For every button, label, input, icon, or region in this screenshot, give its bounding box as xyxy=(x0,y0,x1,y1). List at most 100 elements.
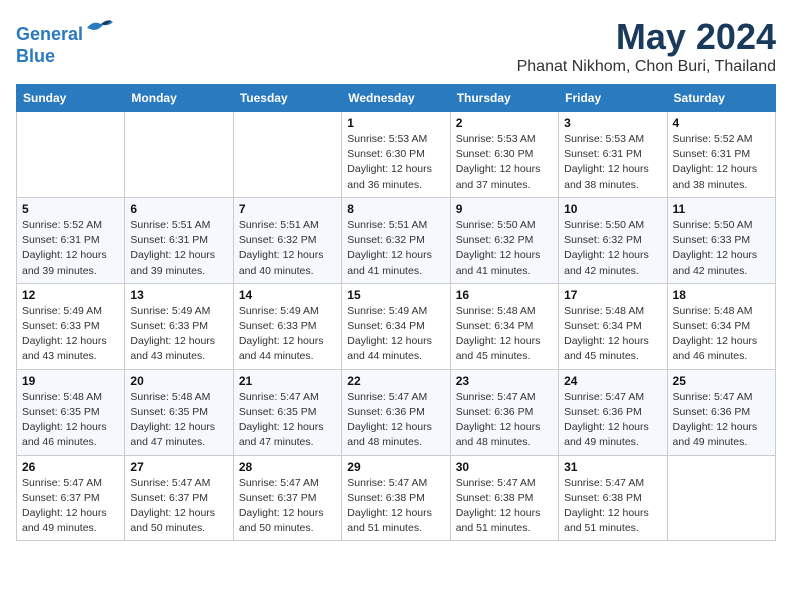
header-wednesday: Wednesday xyxy=(342,85,450,112)
calendar-cell: 1 Sunrise: 5:53 AMSunset: 6:30 PMDaylight… xyxy=(342,112,450,198)
day-number: 18 xyxy=(673,288,770,302)
header-sunday: Sunday xyxy=(17,85,125,112)
calendar-cell: 19Sunrise: 5:48 AMSunset: 6:35 PMDayligh… xyxy=(17,369,125,455)
calendar-cell: 26 Sunrise: 5:47 AMSunset: 6:37 PMDayligh… xyxy=(17,455,125,541)
calendar-cell: 29 Sunrise: 5:47 AMSunset: 6:38 PMDayligh… xyxy=(342,455,450,541)
day-number: 29 xyxy=(347,460,444,474)
day-number: 1 xyxy=(347,116,444,130)
calendar-cell: 12 Sunrise: 5:49 AMSunset: 6:33 PMDayligh… xyxy=(17,283,125,369)
header-monday: Monday xyxy=(125,85,233,112)
calendar-cell: 16 Sunrise: 5:48 AMSunset: 6:34 PMDayligh… xyxy=(450,283,558,369)
calendar-week-row: 5 Sunrise: 5:52 AMSunset: 6:31 PMDaylight… xyxy=(17,197,776,283)
day-number: 11 xyxy=(673,202,770,216)
calendar-cell: 7 Sunrise: 5:51 AMSunset: 6:32 PMDaylight… xyxy=(233,197,341,283)
day-info: Sunrise: 5:47 AMSunset: 6:35 PMDaylight:… xyxy=(239,390,336,451)
calendar-table: SundayMondayTuesdayWednesdayThursdayFrid… xyxy=(16,84,776,541)
day-info: Sunrise: 5:47 AMSunset: 6:37 PMDaylight:… xyxy=(130,476,227,537)
day-info: Sunrise: 5:51 AMSunset: 6:31 PMDaylight:… xyxy=(130,218,227,279)
calendar-cell: 24 Sunrise: 5:47 AMSunset: 6:36 PMDayligh… xyxy=(559,369,667,455)
calendar-cell: 10 Sunrise: 5:50 AMSunset: 6:32 PMDayligh… xyxy=(559,197,667,283)
calendar-cell: 11 Sunrise: 5:50 AMSunset: 6:33 PMDayligh… xyxy=(667,197,775,283)
title-block: May 2024 Phanat Nikhom, Chon Buri, Thail… xyxy=(517,16,776,76)
day-info: Sunrise: 5:53 AMSunset: 6:30 PMDaylight:… xyxy=(347,132,444,193)
day-info: Sunrise: 5:51 AMSunset: 6:32 PMDaylight:… xyxy=(239,218,336,279)
header-saturday: Saturday xyxy=(667,85,775,112)
calendar-cell xyxy=(667,455,775,541)
calendar-cell: 20Sunrise: 5:48 AMSunset: 6:35 PMDayligh… xyxy=(125,369,233,455)
day-number: 4 xyxy=(673,116,770,130)
day-info: Sunrise: 5:47 AMSunset: 6:36 PMDaylight:… xyxy=(564,390,661,451)
logo-text: General Blue xyxy=(16,16,115,67)
day-info: Sunrise: 5:47 AMSunset: 6:36 PMDaylight:… xyxy=(673,390,770,451)
day-number: 23 xyxy=(456,374,553,388)
day-number: 27 xyxy=(130,460,227,474)
header-tuesday: Tuesday xyxy=(233,85,341,112)
month-title: May 2024 xyxy=(517,16,776,58)
calendar-cell: 9Sunrise: 5:50 AMSunset: 6:32 PMDaylight… xyxy=(450,197,558,283)
calendar-cell: 8Sunrise: 5:51 AMSunset: 6:32 PMDaylight… xyxy=(342,197,450,283)
day-number: 7 xyxy=(239,202,336,216)
day-number: 13 xyxy=(130,288,227,302)
day-info: Sunrise: 5:52 AMSunset: 6:31 PMDaylight:… xyxy=(22,218,119,279)
day-info: Sunrise: 5:47 AMSunset: 6:38 PMDaylight:… xyxy=(564,476,661,537)
calendar-week-row: 12 Sunrise: 5:49 AMSunset: 6:33 PMDayligh… xyxy=(17,283,776,369)
calendar-cell: 13Sunrise: 5:49 AMSunset: 6:33 PMDayligh… xyxy=(125,283,233,369)
calendar-cell: 6Sunrise: 5:51 AMSunset: 6:31 PMDaylight… xyxy=(125,197,233,283)
calendar-week-row: 26 Sunrise: 5:47 AMSunset: 6:37 PMDayligh… xyxy=(17,455,776,541)
day-info: Sunrise: 5:48 AMSunset: 6:34 PMDaylight:… xyxy=(456,304,553,365)
day-number: 10 xyxy=(564,202,661,216)
calendar-cell: 30 Sunrise: 5:47 AMSunset: 6:38 PMDayligh… xyxy=(450,455,558,541)
day-info: Sunrise: 5:50 AMSunset: 6:33 PMDaylight:… xyxy=(673,218,770,279)
logo: General Blue xyxy=(16,16,115,67)
calendar-cell: 5 Sunrise: 5:52 AMSunset: 6:31 PMDaylight… xyxy=(17,197,125,283)
day-info: Sunrise: 5:47 AMSunset: 6:36 PMDaylight:… xyxy=(456,390,553,451)
day-number: 31 xyxy=(564,460,661,474)
day-number: 21 xyxy=(239,374,336,388)
day-info: Sunrise: 5:53 AMSunset: 6:31 PMDaylight:… xyxy=(564,132,661,193)
calendar-cell: 15Sunrise: 5:49 AMSunset: 6:34 PMDayligh… xyxy=(342,283,450,369)
day-info: Sunrise: 5:53 AMSunset: 6:30 PMDaylight:… xyxy=(456,132,553,193)
day-number: 30 xyxy=(456,460,553,474)
day-number: 5 xyxy=(22,202,119,216)
calendar-cell xyxy=(233,112,341,198)
calendar-cell: 22Sunrise: 5:47 AMSunset: 6:36 PMDayligh… xyxy=(342,369,450,455)
day-number: 24 xyxy=(564,374,661,388)
day-info: Sunrise: 5:50 AMSunset: 6:32 PMDaylight:… xyxy=(564,218,661,279)
day-info: Sunrise: 5:49 AMSunset: 6:33 PMDaylight:… xyxy=(22,304,119,365)
day-info: Sunrise: 5:52 AMSunset: 6:31 PMDaylight:… xyxy=(673,132,770,193)
calendar-week-row: 19Sunrise: 5:48 AMSunset: 6:35 PMDayligh… xyxy=(17,369,776,455)
day-info: Sunrise: 5:50 AMSunset: 6:32 PMDaylight:… xyxy=(456,218,553,279)
day-info: Sunrise: 5:48 AMSunset: 6:35 PMDaylight:… xyxy=(22,390,119,451)
calendar-cell xyxy=(17,112,125,198)
calendar-cell: 14 Sunrise: 5:49 AMSunset: 6:33 PMDayligh… xyxy=(233,283,341,369)
calendar-cell: 17 Sunrise: 5:48 AMSunset: 6:34 PMDayligh… xyxy=(559,283,667,369)
day-number: 2 xyxy=(456,116,553,130)
calendar-cell: 31 Sunrise: 5:47 AMSunset: 6:38 PMDayligh… xyxy=(559,455,667,541)
day-info: Sunrise: 5:47 AMSunset: 6:38 PMDaylight:… xyxy=(456,476,553,537)
day-number: 26 xyxy=(22,460,119,474)
calendar-cell: 28Sunrise: 5:47 AMSunset: 6:37 PMDayligh… xyxy=(233,455,341,541)
day-number: 15 xyxy=(347,288,444,302)
location-subtitle: Phanat Nikhom, Chon Buri, Thailand xyxy=(517,58,776,76)
day-number: 16 xyxy=(456,288,553,302)
day-info: Sunrise: 5:48 AMSunset: 6:34 PMDaylight:… xyxy=(564,304,661,365)
day-number: 28 xyxy=(239,460,336,474)
calendar-cell: 27 Sunrise: 5:47 AMSunset: 6:37 PMDayligh… xyxy=(125,455,233,541)
calendar-cell xyxy=(125,112,233,198)
calendar-cell: 25Sunrise: 5:47 AMSunset: 6:36 PMDayligh… xyxy=(667,369,775,455)
day-info: Sunrise: 5:47 AMSunset: 6:37 PMDaylight:… xyxy=(22,476,119,537)
day-number: 3 xyxy=(564,116,661,130)
day-info: Sunrise: 5:48 AMSunset: 6:34 PMDaylight:… xyxy=(673,304,770,365)
calendar-cell: 3 Sunrise: 5:53 AMSunset: 6:31 PMDaylight… xyxy=(559,112,667,198)
logo-bird-icon xyxy=(85,16,115,40)
day-number: 14 xyxy=(239,288,336,302)
day-info: Sunrise: 5:49 AMSunset: 6:33 PMDaylight:… xyxy=(239,304,336,365)
calendar-cell: 23 Sunrise: 5:47 AMSunset: 6:36 PMDayligh… xyxy=(450,369,558,455)
calendar-cell: 2 Sunrise: 5:53 AMSunset: 6:30 PMDaylight… xyxy=(450,112,558,198)
day-info: Sunrise: 5:47 AMSunset: 6:38 PMDaylight:… xyxy=(347,476,444,537)
day-info: Sunrise: 5:47 AMSunset: 6:36 PMDaylight:… xyxy=(347,390,444,451)
day-number: 17 xyxy=(564,288,661,302)
day-number: 12 xyxy=(22,288,119,302)
calendar-week-row: 1 Sunrise: 5:53 AMSunset: 6:30 PMDaylight… xyxy=(17,112,776,198)
calendar-cell: 21 Sunrise: 5:47 AMSunset: 6:35 PMDayligh… xyxy=(233,369,341,455)
